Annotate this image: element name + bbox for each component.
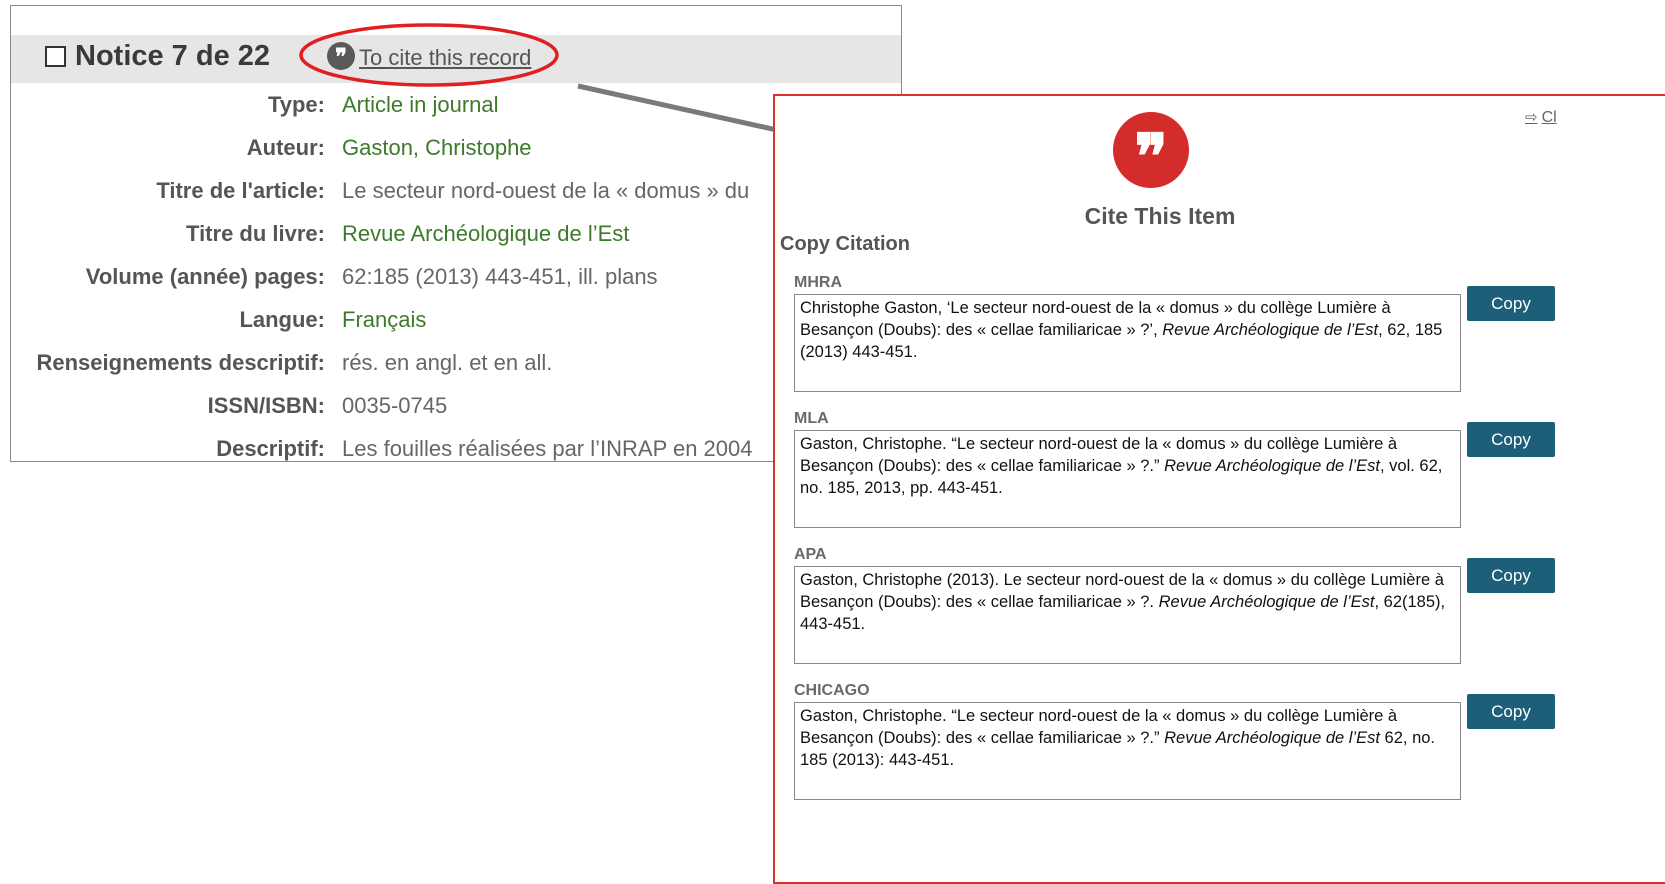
field-value[interactable]: Gaston, Christophe: [342, 135, 532, 161]
copy-button[interactable]: Copy: [1467, 422, 1555, 457]
field-label: Auteur:: [246, 135, 325, 160]
field-row-descriptor: Descriptif: Les fouilles réalisées par l…: [11, 436, 901, 461]
field-label: Titre de l'article:: [156, 178, 325, 203]
field-value[interactable]: Revue Archéologique de l’Est: [342, 221, 629, 247]
field-row-author: Auteur: Gaston, Christophe: [11, 135, 901, 165]
field-row-type: Type: Article in journal: [11, 92, 901, 122]
field-value: Les fouilles réalisées par l’INRAP en 20…: [342, 436, 753, 461]
citation-text-box[interactable]: Gaston, Christophe. “Le secteur nord-oue…: [794, 430, 1461, 528]
quote-icon[interactable]: ❞: [327, 42, 355, 70]
quote-logo-icon: ❞: [1113, 112, 1189, 193]
citation-style-apa: APA Gaston, Christophe (2013). Le secteu…: [794, 546, 1555, 664]
field-row-volume: Volume (année) pages: 62:185 (2013) 443-…: [11, 264, 901, 294]
field-value: Le secteur nord-ouest de la « domus » du: [342, 178, 750, 203]
citation-style-mla: MLA Gaston, Christophe. “Le secteur nord…: [794, 410, 1555, 528]
close-label: Cl: [1541, 109, 1557, 126]
copy-button[interactable]: Copy: [1467, 694, 1555, 729]
field-row-language: Langue: Français: [11, 307, 901, 337]
select-record-checkbox[interactable]: [45, 46, 66, 67]
dialog-title: Cite This Item: [1084, 203, 1236, 229]
citation-text-box[interactable]: Gaston, Christophe (2013). Le secteur no…: [794, 566, 1461, 664]
field-label: Descriptif:: [216, 436, 325, 461]
field-label: Volume (année) pages:: [85, 264, 325, 289]
style-name: CHICAGO: [794, 682, 870, 699]
field-value: 0035-0745: [342, 393, 448, 418]
field-value[interactable]: Français: [342, 307, 426, 333]
cite-record-link[interactable]: To cite this record: [359, 45, 531, 71]
copy-button[interactable]: Copy: [1467, 558, 1555, 593]
citation-text-box[interactable]: Christophe Gaston, ‘Le secteur nord-oues…: [794, 294, 1461, 392]
field-row-description-info: Renseignements descriptif: rés. en angl.…: [11, 350, 901, 380]
document-arrow-icon: ⇨: [1525, 109, 1538, 126]
citation-text-box[interactable]: Gaston, Christophe. “Le secteur nord-oue…: [794, 702, 1461, 800]
field-label: ISSN/ISBN:: [207, 393, 325, 418]
close-dialog-link[interactable]: ⇨ Cl: [1525, 108, 1557, 127]
field-value[interactable]: Article in journal: [342, 92, 499, 118]
field-label: Type:: [267, 92, 325, 117]
citation-style-chicago: CHICAGO Gaston, Christophe. “Le secteur …: [794, 682, 1555, 800]
record-panel: Notice 7 de 22 ❞ To cite this record Typ…: [10, 5, 902, 462]
field-row-book-title: Titre du livre: Revue Archéologique de l…: [11, 221, 901, 251]
field-value: 62:185 (2013) 443-451, ill. plans: [342, 264, 658, 289]
field-label: Titre du livre:: [186, 221, 325, 246]
style-name: APA: [794, 546, 827, 563]
field-label: Langue:: [239, 307, 325, 332]
copy-button[interactable]: Copy: [1467, 286, 1555, 321]
cite-dialog: ❞ ⇨ Cl Cite This Item Copy Citation MHRA …: [773, 94, 1665, 884]
style-name: MHRA: [794, 274, 842, 291]
citation-style-mhra: MHRA Christophe Gaston, ‘Le secteur nord…: [794, 274, 1555, 392]
copy-citation-heading: Copy Citation: [780, 233, 910, 255]
style-name: MLA: [794, 410, 829, 427]
record-title: Notice 7 de 22: [75, 40, 271, 72]
field-row-issn: ISSN/ISBN: 0035-0745: [11, 393, 901, 423]
field-label: Renseignements descriptif:: [36, 350, 325, 375]
field-value: rés. en angl. et en all.: [342, 350, 553, 375]
field-row-article-title: Titre de l'article: Le secteur nord-oues…: [11, 178, 901, 208]
